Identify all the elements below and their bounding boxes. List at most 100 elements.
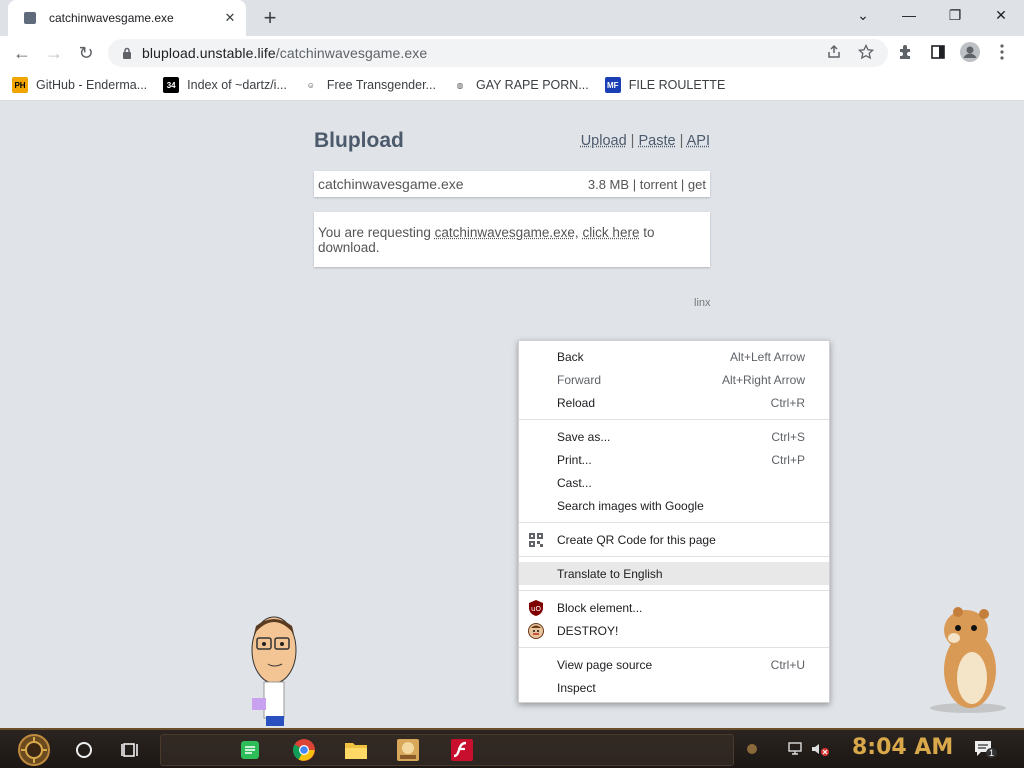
menu-item-shortcut: Ctrl+U — [770, 657, 805, 672]
menu-item-cast[interactable]: Cast... — [519, 471, 829, 494]
click-here-download-link[interactable]: click here — [582, 225, 639, 240]
menu-item-reload[interactable]: Reload Ctrl+R — [519, 391, 829, 414]
cartoon-man-desktop-buddy[interactable] — [246, 612, 302, 726]
task-view-icon[interactable] — [112, 734, 148, 766]
file-explorer-icon[interactable] — [338, 734, 374, 766]
menu-separator — [519, 556, 829, 557]
menu-item-forward[interactable]: Forward Alt+Right Arrow — [519, 368, 829, 391]
meta-separator: | — [680, 176, 685, 192]
menu-item-view-page-source[interactable]: View page source Ctrl+U — [519, 653, 829, 676]
close-window-button[interactable]: ✕ — [978, 0, 1024, 30]
minimize-button[interactable]: — — [886, 0, 932, 30]
file-name: catchinwavesgame.exe — [318, 176, 464, 192]
tab-active[interactable]: catchinwavesgame.exe ✕ — [8, 0, 246, 36]
footer-linx-link[interactable]: linx — [694, 297, 711, 309]
menu-item-label: Block element... — [557, 600, 643, 615]
bookmark-item[interactable]: 34 Index of ~dartz/i... — [163, 77, 287, 93]
bookmark-label: FILE ROULETTE — [628, 78, 726, 92]
menu-separator — [519, 522, 829, 523]
url-text: blupload.unstable.life/catchinwavesgame.… — [142, 45, 427, 61]
menu-item-label: Forward — [557, 372, 602, 387]
game-app-icon[interactable] — [390, 734, 426, 766]
menu-item-label: Reload — [557, 395, 596, 410]
download-request-box: You are requesting catchinwavesgame.exe,… — [314, 212, 710, 267]
search-circle-icon[interactable] — [66, 734, 102, 766]
paste-link[interactable]: Paste — [638, 133, 675, 149]
flash-player-icon[interactable] — [444, 734, 480, 766]
site-nav: Upload | Paste | API — [581, 133, 710, 149]
bookmark-star-icon[interactable] — [854, 40, 878, 64]
reload-button[interactable]: ↻ — [72, 39, 100, 67]
chrome-taskbar-icon[interactable] — [286, 734, 322, 766]
destroy-icon — [528, 623, 544, 639]
network-icon[interactable] — [786, 739, 806, 759]
lock-icon[interactable] — [120, 46, 134, 60]
menu-item-label: Back — [557, 349, 584, 364]
bookmark-item[interactable]: PH GitHub - Enderma... — [12, 77, 147, 93]
volume-muted-icon[interactable] — [810, 739, 830, 759]
bookmark-item[interactable]: MF FILE ROULETTE — [604, 77, 726, 93]
tab-search-dropdown-icon[interactable]: ⌄ — [840, 0, 886, 30]
tray-overflow-icon[interactable] — [742, 739, 762, 759]
menu-item-block-element[interactable]: uO Block element... — [519, 596, 829, 619]
menu-item-shortcut: Ctrl+S — [771, 429, 805, 444]
notification-center-icon[interactable]: 1 — [972, 739, 998, 759]
back-button[interactable]: ← — [8, 39, 36, 67]
menu-item-create-qr-code-for-this-page[interactable]: Create QR Code for this page — [519, 528, 829, 551]
get-link[interactable]: get — [688, 177, 706, 192]
menu-item-translate-to-english[interactable]: Translate to English — [519, 562, 829, 585]
file-info-bar: catchinwavesgame.exe 3.8 MB | torrent | … — [314, 171, 710, 197]
qr-icon — [528, 532, 544, 548]
taskbar-clock[interactable]: 8:04 AM — [852, 735, 953, 760]
side-panel-icon[interactable] — [926, 40, 950, 64]
menu-item-inspect[interactable]: Inspect — [519, 676, 829, 699]
menu-item-shortcut: Alt+Left Arrow — [729, 349, 805, 364]
bookmarks-bar: PH GitHub - Enderma... 34 Index of ~dartz/i… — [0, 70, 1024, 101]
url-host: blupload.unstable.life — [142, 45, 276, 61]
request-text: You are requesting catchinwavesgame.exe,… — [318, 225, 706, 255]
bookmark-item[interactable]: ◍ GAY RAPE PORN... — [451, 77, 589, 93]
page-content: Blupload Upload | Paste | API catchinwav… — [0, 102, 1024, 728]
bookmark-label: GAY RAPE PORN... — [475, 78, 589, 92]
api-link[interactable]: API — [687, 133, 710, 149]
extensions-icon[interactable] — [894, 40, 918, 64]
ublock-icon: uO — [528, 600, 544, 616]
requested-file-link[interactable]: catchinwavesgame.exe — [435, 225, 575, 240]
nav-separator: | — [630, 133, 635, 149]
bookmark-item[interactable]: ☺ Free Transgender... — [302, 77, 436, 93]
bookmark-favicon-icon: ☺ — [302, 77, 319, 93]
tab-close-icon[interactable]: ✕ — [222, 10, 238, 26]
menu-item-print[interactable]: Print... Ctrl+P — [519, 448, 829, 471]
address-bar[interactable]: blupload.unstable.life/catchinwavesgame.… — [108, 39, 888, 67]
menu-item-destroy[interactable]: DESTROY! — [519, 619, 829, 642]
svg-text:uO: uO — [531, 605, 541, 613]
bookmark-label: GitHub - Enderma... — [36, 78, 148, 92]
menu-item-label: Save as... — [557, 429, 611, 444]
share-icon[interactable] — [822, 40, 846, 64]
menu-item-shortcut: Ctrl+P — [771, 452, 805, 467]
spotify-like-green-app-icon[interactable] — [232, 734, 268, 766]
url-path: /catchinwavesgame.exe — [275, 45, 428, 61]
menu-item-save-as[interactable]: Save as... Ctrl+S — [519, 425, 829, 448]
forward-button[interactable]: → — [40, 39, 68, 67]
restore-button[interactable]: ❐ — [932, 0, 978, 30]
meta-separator: | — [632, 176, 637, 192]
profile-avatar-icon[interactable] — [958, 40, 982, 64]
hamster-desktop-pet[interactable] — [922, 604, 1012, 714]
menu-item-label: Translate to English — [557, 566, 663, 581]
new-tab-button[interactable]: + — [258, 5, 282, 30]
menu-separator — [519, 647, 829, 648]
request-prefix: You are requesting — [318, 224, 435, 240]
bookmark-favicon-icon: PH — [12, 77, 28, 93]
torrent-link[interactable]: torrent — [640, 177, 678, 192]
upload-link[interactable]: Upload — [581, 133, 627, 149]
menu-item-search-images-with-google[interactable]: Search images with Google — [519, 494, 829, 517]
bookmark-favicon-icon: ◍ — [451, 77, 468, 93]
file-size: 3.8 MB — [587, 176, 630, 192]
site-logo[interactable]: Blupload — [314, 129, 404, 153]
file-meta: 3.8 MB | torrent | get — [588, 177, 706, 192]
menu-item-back[interactable]: Back Alt+Left Arrow — [519, 345, 829, 368]
tab-strip: catchinwavesgame.exe ✕ + ⌄ — ❐ ✕ — [0, 0, 1024, 36]
chrome-menu-icon[interactable] — [990, 40, 1014, 64]
start-button[interactable] — [12, 732, 56, 768]
